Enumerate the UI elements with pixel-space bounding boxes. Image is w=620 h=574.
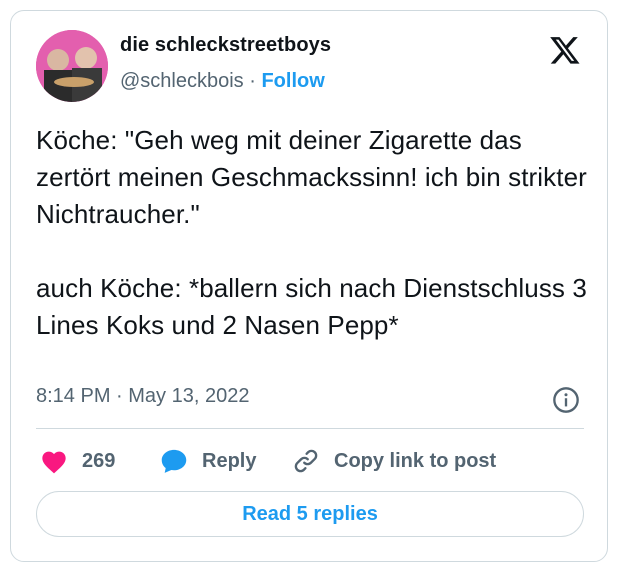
reply-label: Reply bbox=[202, 449, 257, 472]
heart-icon bbox=[42, 451, 66, 474]
separator: · bbox=[243, 70, 262, 92]
reply-bubble-icon bbox=[161, 449, 187, 473]
reply-button[interactable]: Reply bbox=[160, 447, 256, 475]
divider bbox=[36, 428, 584, 429]
read-replies-label: Read 5 replies bbox=[242, 502, 378, 525]
link-icon bbox=[294, 449, 318, 473]
x-logo-icon[interactable] bbox=[548, 34, 582, 66]
author-display-name[interactable]: die schleckstreetboys bbox=[120, 34, 331, 57]
like-button[interactable]: 269 bbox=[40, 447, 115, 475]
tweet-timestamp[interactable]: 8:14 PM · May 13, 2022 bbox=[36, 385, 249, 408]
read-replies-button[interactable]: Read 5 replies bbox=[36, 491, 584, 537]
author-handle[interactable]: @schleckbois bbox=[120, 70, 244, 92]
author-handle-row: @schleckbois · Follow bbox=[120, 70, 325, 93]
like-count: 269 bbox=[82, 449, 116, 472]
avatar[interactable] bbox=[36, 30, 108, 102]
tweet-text: Köche: "Geh weg mit deiner Zigarette das… bbox=[36, 125, 587, 340]
follow-button[interactable]: Follow bbox=[261, 70, 324, 92]
copy-link-button[interactable]: Copy link to post bbox=[292, 447, 496, 475]
info-icon[interactable] bbox=[552, 386, 580, 414]
copy-link-label: Copy link to post bbox=[334, 449, 497, 472]
